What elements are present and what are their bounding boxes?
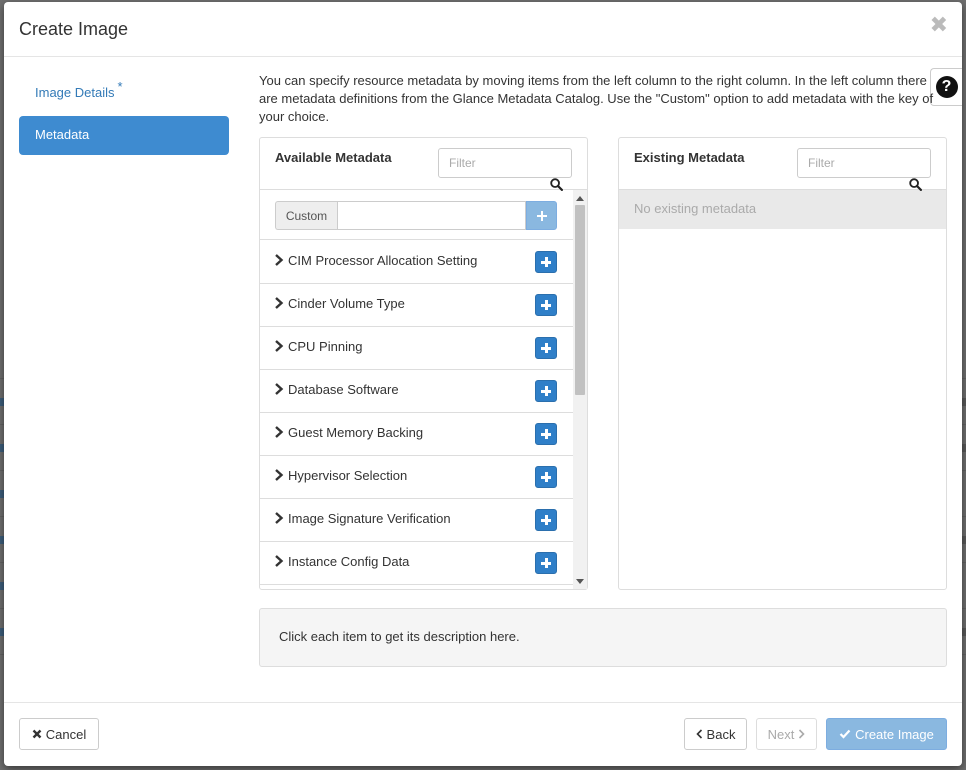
plus-icon [541,300,551,310]
chevron-right-icon [275,469,284,481]
scroll-up-arrow[interactable] [573,192,587,204]
available-metadata-panel: Available Metadata Custom CIM Processor … [259,137,588,590]
list-item-label: Cinder Volume Type [288,296,405,311]
chevron-right-icon [275,383,284,395]
chevron-right-icon [275,555,284,567]
chevron-right-icon [275,297,284,309]
arrow-down-icon [576,578,584,584]
metadata-description: You can specify resource metadata by mov… [259,73,934,124]
backdrop-mark [962,536,966,544]
chevron-right-icon [798,729,806,739]
scroll-down-arrow[interactable] [573,575,587,587]
cancel-label: Cancel [45,726,87,742]
check-icon [839,729,851,739]
next-label: Next [767,726,795,742]
search-icon [909,178,922,191]
panel-title: Existing Metadata [634,150,745,165]
cancel-button[interactable]: Cancel [19,718,99,750]
add-item-button[interactable] [535,552,557,574]
filter-box [438,148,572,191]
create-image-dialog: Create Image ✖ Image Details * Metadata ?… [4,2,962,766]
nav-item-label: Metadata [35,127,90,142]
list-scrollbar[interactable] [573,190,587,589]
arrow-up-icon [576,195,584,201]
next-button[interactable]: Next [756,718,817,750]
chevron-right-icon [275,340,284,352]
list-item-label: Guest Memory Backing [288,425,424,440]
create-image-label: Create Image [855,726,934,742]
custom-metadata-row: Custom [260,190,573,240]
filter-box [797,148,931,191]
available-filter-input[interactable] [438,148,572,178]
list-item[interactable]: Image Signature Verification [260,499,573,542]
plus-icon [541,515,551,525]
add-item-button[interactable] [535,294,557,316]
list-item-label: Instance Config Data [288,554,410,569]
panel-title: Available Metadata [275,150,392,165]
chevron-right-icon [275,426,284,438]
add-item-button[interactable] [535,337,557,359]
custom-key-input[interactable] [337,201,526,230]
plus-icon [541,472,551,482]
list-item[interactable]: Hypervisor Selection [260,456,573,499]
list-item-label: CIM Processor Allocation Setting [288,253,478,268]
item-description-box: Click each item to get its description h… [259,608,947,667]
back-button[interactable]: Back [684,718,747,750]
add-item-button[interactable] [535,380,557,402]
required-mark: * [117,79,123,94]
chevron-right-icon [275,254,284,266]
backdrop-mark [962,628,966,636]
plus-icon [541,558,551,568]
list-item[interactable]: Guest Memory Backing [260,413,573,456]
list-item[interactable]: Instance Config Data [260,542,573,585]
create-image-button[interactable]: Create Image [826,718,947,750]
back-label: Back [706,726,736,742]
custom-add-button[interactable] [526,201,557,230]
existing-filter-input[interactable] [797,148,931,178]
nav-item-metadata[interactable]: Metadata [19,116,229,155]
chevron-right-icon [275,512,284,524]
add-item-button[interactable] [535,251,557,273]
backdrop-mark [962,444,966,452]
list-item[interactable]: CPU Pinning [260,327,573,370]
plus-icon [541,386,551,396]
list-item[interactable]: CIM Processor Allocation Setting [260,241,573,284]
close-icon [32,729,42,739]
existing-metadata-panel: Existing Metadata No existing metadata [618,137,947,590]
add-item-button[interactable] [535,509,557,531]
close-button[interactable]: ✖ [930,14,948,36]
list-item[interactable]: Database Software [260,370,573,413]
plus-icon [536,210,547,221]
available-metadata-list: CIM Processor Allocation Setting Cinder … [260,241,573,586]
nav-item-image-details[interactable]: Image Details * [19,74,229,113]
panel-header: Existing Metadata [619,138,946,191]
empty-metadata-message: No existing metadata [619,190,946,229]
list-item[interactable]: Cinder Volume Type [260,284,573,327]
list-item-label: Image Signature Verification [288,511,451,526]
scrollbar-thumb[interactable] [575,205,585,395]
dialog-header: Create Image ✖ [4,2,962,57]
plus-icon [541,257,551,267]
list-item-label: CPU Pinning [288,339,363,354]
backdrop-mark [962,398,966,406]
add-item-button[interactable] [535,423,557,445]
plus-icon [541,429,551,439]
custom-label: Custom [275,201,337,230]
panel-header: Available Metadata [260,138,587,191]
list-item-label: Database Software [288,382,399,397]
plus-icon [541,343,551,353]
dialog-footer: Cancel Back Next Create Image [4,702,962,766]
dialog-title: Create Image [19,19,129,39]
list-item-label: Hypervisor Selection [288,468,408,483]
wizard-nav: Image Details * Metadata [19,74,229,155]
chevron-left-icon [695,729,703,739]
close-icon: ✖ [929,12,948,37]
nav-item-label: Image Details [35,85,115,100]
add-item-button[interactable] [535,466,557,488]
